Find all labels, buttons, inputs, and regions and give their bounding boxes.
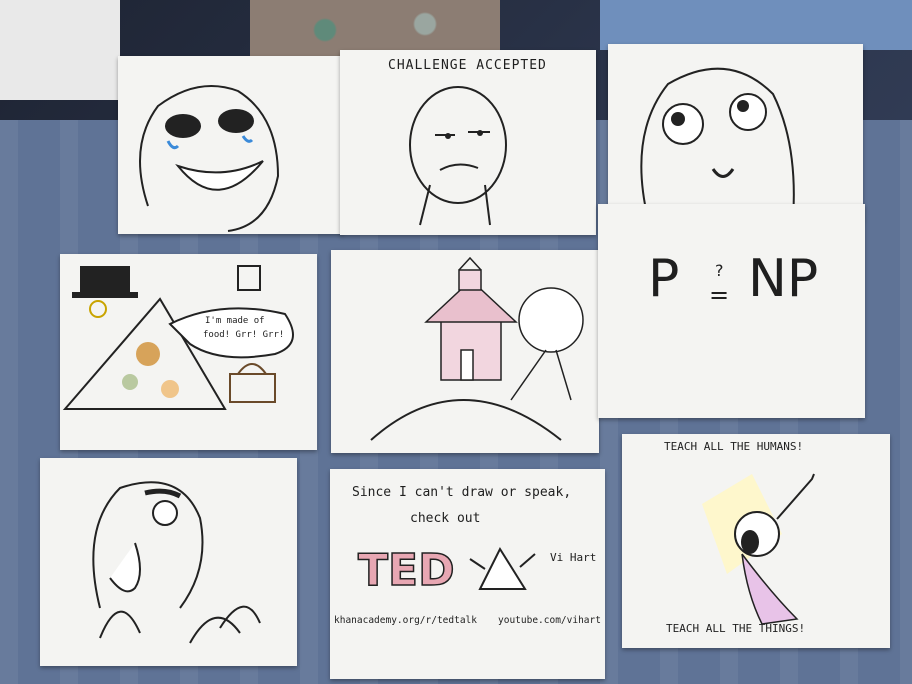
p-letter: P	[648, 249, 680, 309]
derp-face-drawing	[640, 67, 795, 220]
np-letters: NP	[748, 249, 819, 309]
paper-schoolhouse	[331, 250, 599, 453]
paper-scared-face	[40, 458, 297, 666]
happy-face-drawing	[139, 85, 280, 232]
paper-p-np: P ? = NP	[598, 204, 865, 418]
youtube-url: youtube.com/vihart	[498, 615, 601, 626]
teach-bottom-caption: TEACH ALL THE THINGS!	[666, 622, 806, 635]
paper-food-pyramid: I'm made of food! Grr! Grr!	[60, 254, 317, 450]
paper-ted-note: Since I can't draw or speak, check out T…	[330, 469, 605, 679]
blue-blanket	[600, 0, 912, 50]
paper-happy-face	[118, 56, 343, 234]
paper-challenge-accepted: CHALLENGE ACCEPTED	[340, 50, 596, 235]
speech-line-2: food! Grr! Grr!	[203, 330, 285, 340]
scared-face-drawing	[92, 481, 261, 644]
teach-drawing	[702, 473, 815, 625]
khan-url: khanacademy.org/r/tedtalk	[334, 615, 477, 626]
challenge-face-drawing	[409, 86, 507, 226]
paper-derp-face	[608, 44, 863, 222]
vi-hart-triangle-drawing	[469, 546, 536, 590]
schoolhouse-drawing	[370, 256, 584, 441]
white-cabinet	[0, 0, 120, 100]
paper-teach-all: TEACH ALL THE HUMANS! TEACH ALL THE THIN…	[622, 434, 890, 648]
speech-line-1: I'm made of	[205, 316, 265, 326]
equals-sign: =	[709, 281, 730, 309]
question-mark: ?	[715, 261, 724, 280]
vi-hart-label: Vi Hart	[550, 551, 597, 564]
food-pyramid-drawing	[62, 265, 294, 410]
